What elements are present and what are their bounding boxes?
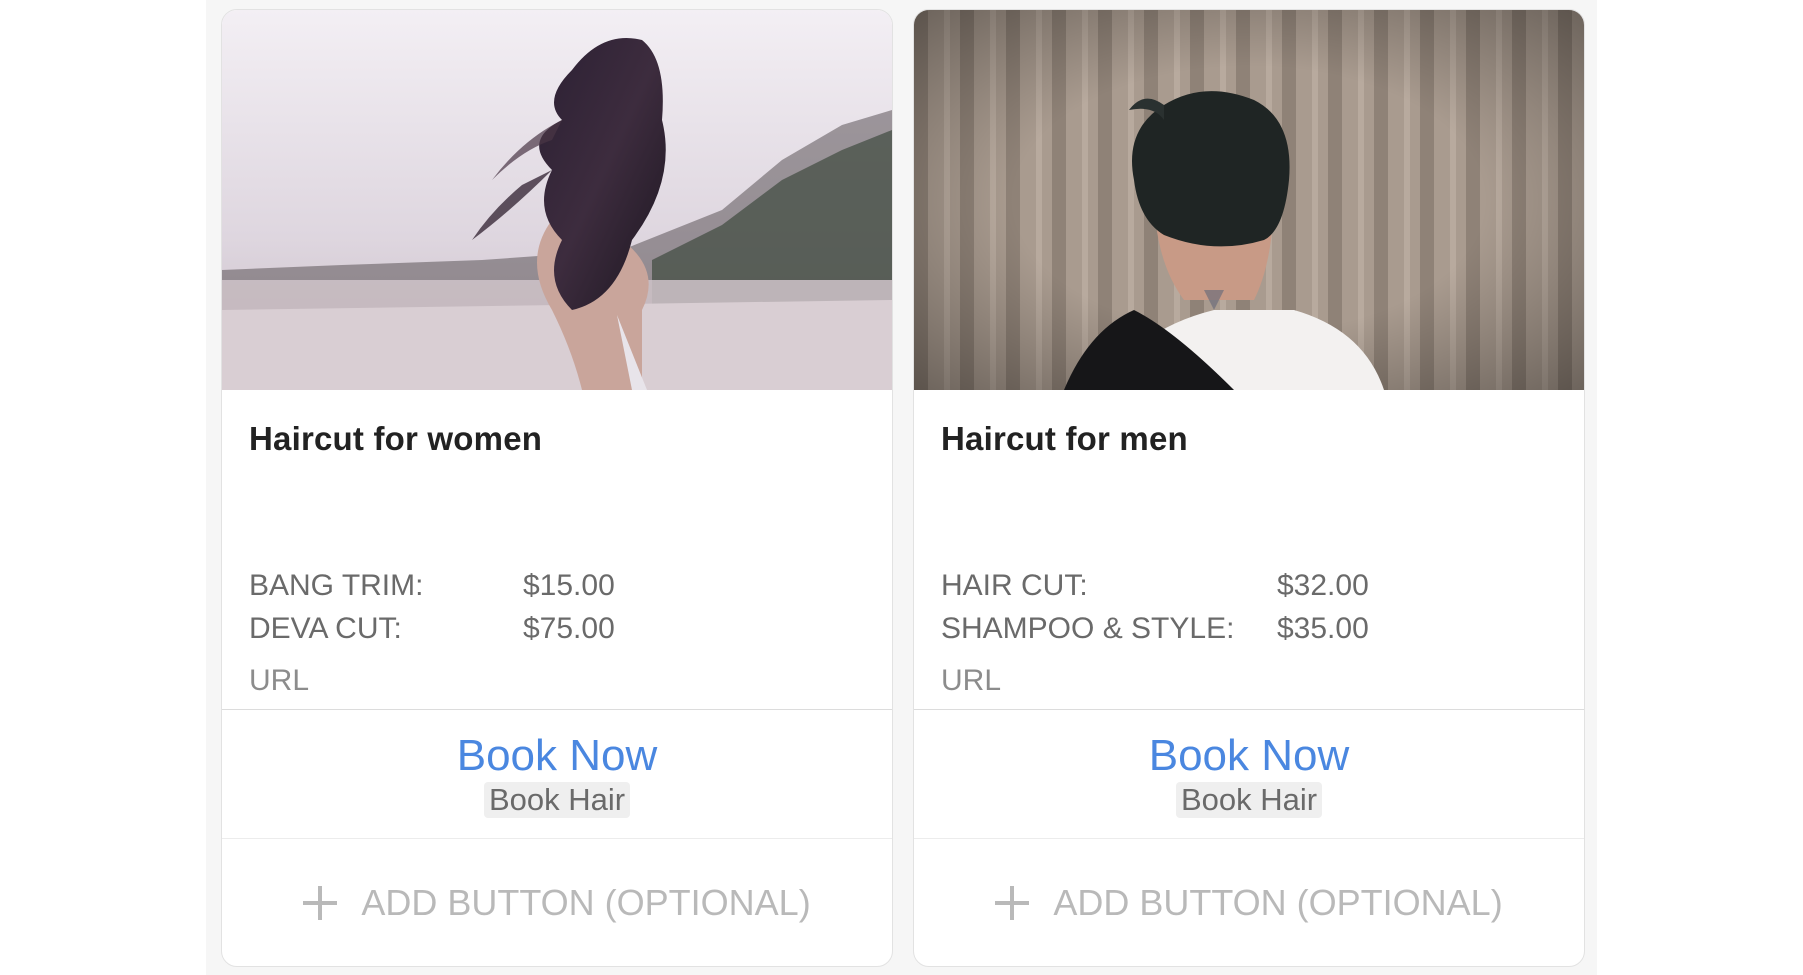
service-price: $35.00 xyxy=(1277,612,1369,645)
add-button[interactable]: ADD BUTTON (OPTIONAL) xyxy=(222,839,892,966)
price-list: HAIR CUT: $32.00 SHAMPOO & STYLE: $35.00 xyxy=(941,564,1369,650)
plus-icon xyxy=(303,886,338,920)
service-price: $15.00 xyxy=(523,569,615,602)
book-now-label: Book Now xyxy=(1148,731,1350,780)
add-button[interactable]: ADD BUTTON (OPTIONAL) xyxy=(914,839,1584,966)
price-list: BANG TRIM: $15.00 DEVA CUT: $75.00 xyxy=(249,564,615,650)
price-row: DEVA CUT: $75.00 xyxy=(249,607,615,650)
book-action-tag: Book Hair xyxy=(483,782,631,818)
price-row: BANG TRIM: $15.00 xyxy=(249,564,615,607)
card-image xyxy=(914,10,1584,390)
service-name: DEVA CUT: xyxy=(249,612,402,645)
add-button-label: ADD BUTTON (OPTIONAL) xyxy=(361,882,811,923)
service-name: SHAMPOO & STYLE: xyxy=(941,612,1235,645)
card-haircut-women: Haircut for women BANG TRIM: $15.00 DEVA… xyxy=(221,9,893,967)
card-title: Haircut for women xyxy=(249,420,543,457)
add-button-label: ADD BUTTON (OPTIONAL) xyxy=(1053,882,1503,923)
card-haircut-men: Haircut for men HAIR CUT: $32.00 SHAMPOO… xyxy=(913,9,1585,967)
book-now-button[interactable]: Book Now Book Hair xyxy=(222,710,892,838)
card-url-label[interactable]: URL xyxy=(941,664,1001,698)
plus-icon xyxy=(995,886,1030,920)
book-now-button[interactable]: Book Now Book Hair xyxy=(914,710,1584,838)
card-url-label[interactable]: URL xyxy=(249,664,309,698)
service-name: HAIR CUT: xyxy=(941,569,1088,602)
card-carousel: Haircut for women BANG TRIM: $15.00 DEVA… xyxy=(206,0,1597,975)
card-title: Haircut for men xyxy=(941,420,1188,457)
card-image xyxy=(222,10,892,390)
price-row: SHAMPOO & STYLE: $35.00 xyxy=(941,607,1369,650)
book-action-tag: Book Hair xyxy=(1175,782,1323,818)
woman-photo xyxy=(222,10,892,390)
service-price: $32.00 xyxy=(1277,569,1369,602)
service-name: BANG TRIM: xyxy=(249,569,424,602)
price-row: HAIR CUT: $32.00 xyxy=(941,564,1369,607)
service-price: $75.00 xyxy=(523,612,615,645)
man-photo xyxy=(914,10,1584,390)
book-now-label: Book Now xyxy=(456,731,658,780)
